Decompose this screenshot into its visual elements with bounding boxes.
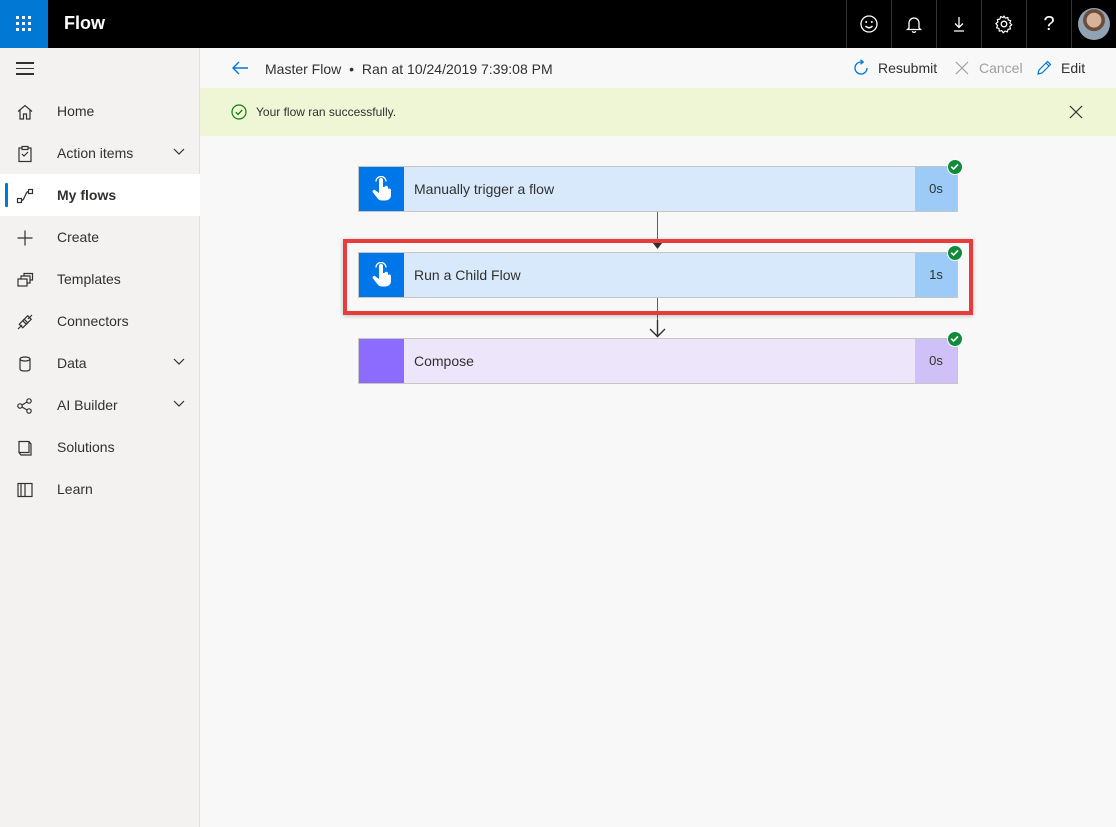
sidebar-item-label: My flows [57, 187, 117, 203]
banner-message: Your flow ran successfully. [256, 105, 397, 119]
book-icon [17, 482, 33, 498]
success-check-icon [947, 245, 963, 261]
sidebar-item-label: Action items [57, 145, 134, 161]
step-icon-tile [359, 167, 404, 211]
step-icon-tile [359, 253, 404, 297]
chevron-down-icon[interactable] [173, 358, 185, 366]
top-bar-actions: ? [846, 0, 1116, 48]
avatar [1078, 8, 1110, 40]
sidebar-item-connectors[interactable]: Connectors [0, 300, 200, 342]
plus-icon [17, 230, 33, 246]
download-icon [954, 17, 964, 32]
resubmit-button[interactable]: Resubmit [852, 59, 937, 77]
help-icon: ? [1043, 12, 1055, 35]
breadcrumb-separator: • [349, 61, 355, 77]
sidebar-item-label: Templates [57, 271, 121, 287]
sidebar-item-learn[interactable]: Learn [0, 468, 200, 510]
database-icon [19, 356, 31, 372]
flow-icon [16, 188, 34, 204]
nav-list: Home Action items My flows Create Templa… [0, 90, 200, 510]
settings-button[interactable] [981, 0, 1026, 48]
sidebar-item-templates[interactable]: Templates [0, 258, 200, 300]
app-launcher-button[interactable] [0, 0, 48, 48]
touch-hand-icon [372, 176, 391, 201]
pencil-icon [1037, 60, 1052, 75]
refresh-icon [854, 59, 868, 75]
sidebar-item-action-items[interactable]: Action items [0, 132, 200, 174]
flow-canvas: Manually trigger a flow 0s Run a Child F… [200, 136, 1116, 827]
clipboard-icon [18, 145, 32, 163]
sidebar-item-label: Data [57, 355, 87, 371]
app-title[interactable]: Flow [64, 13, 105, 34]
home-icon [17, 104, 33, 120]
breadcrumb: Master Flow • Ran at 10/24/2019 7:39:08 … [265, 61, 553, 77]
close-icon[interactable] [1069, 105, 1083, 119]
resubmit-label: Resubmit [878, 60, 938, 76]
download-button[interactable] [936, 0, 981, 48]
notifications-button[interactable] [891, 0, 936, 48]
hamburger-menu-icon[interactable] [16, 62, 34, 76]
cancel-label: Cancel [979, 60, 1023, 76]
waffle-icon [16, 16, 31, 31]
gear-icon [995, 15, 1013, 34]
templates-icon [17, 272, 34, 287]
bell-icon [905, 17, 923, 34]
feedback-button[interactable] [846, 0, 891, 48]
account-button[interactable] [1071, 0, 1116, 48]
sidebar-item-label: Connectors [57, 313, 129, 329]
close-icon [955, 61, 969, 75]
smiley-icon [860, 15, 878, 33]
sidebar-item-label: AI Builder [57, 397, 118, 413]
top-bar: Flow ? [0, 0, 1116, 48]
connector-icon [17, 314, 33, 330]
chevron-down-icon[interactable] [173, 148, 185, 156]
flow-name: Master Flow [265, 61, 342, 77]
flow-step-manual-trigger[interactable]: Manually trigger a flow 0s [358, 166, 958, 212]
flow-step-compose[interactable]: Compose 0s [358, 338, 958, 384]
sidebar-item-label: Solutions [57, 439, 115, 455]
sidebar-item-data[interactable]: Data [0, 342, 200, 384]
help-button[interactable]: ? [1026, 0, 1071, 48]
flow-step-run-child-flow[interactable]: Run a Child Flow 1s [358, 252, 958, 298]
edit-button[interactable]: Edit [1035, 59, 1085, 77]
chevron-down-icon[interactable] [173, 400, 185, 408]
edit-label: Edit [1061, 60, 1086, 76]
sidebar-item-ai-builder[interactable]: AI Builder [0, 384, 200, 426]
step-icon-tile [359, 339, 404, 383]
sidebar-item-my-flows[interactable]: My flows [0, 174, 200, 216]
ai-builder-icon [17, 398, 32, 414]
step-title: Manually trigger a flow [414, 181, 555, 197]
cancel-button[interactable]: Cancel [953, 59, 1023, 77]
success-banner: Your flow ran successfully. [200, 88, 1116, 136]
success-check-icon [231, 104, 247, 120]
sidebar-item-label: Create [57, 229, 100, 245]
back-arrow-icon[interactable] [230, 58, 250, 78]
sidebar-item-create[interactable]: Create [0, 216, 200, 258]
sidebar-item-label: Home [57, 103, 95, 119]
step-title: Run a Child Flow [414, 267, 521, 283]
sidebar: Home Action items My flows Create Templa… [0, 48, 200, 827]
run-info: Ran at 10/24/2019 7:39:08 PM [361, 61, 553, 77]
command-bar: Master Flow • Ran at 10/24/2019 7:39:08 … [200, 48, 1116, 88]
touch-hand-icon [372, 262, 391, 287]
sidebar-item-home[interactable]: Home [0, 90, 200, 132]
success-check-icon [947, 331, 963, 347]
success-check-icon [947, 159, 963, 175]
sidebar-item-label: Learn [57, 481, 93, 497]
sidebar-item-solutions[interactable]: Solutions [0, 426, 200, 468]
step-title: Compose [414, 353, 474, 369]
arrow-down-icon[interactable] [649, 320, 666, 338]
solutions-icon [18, 440, 32, 456]
